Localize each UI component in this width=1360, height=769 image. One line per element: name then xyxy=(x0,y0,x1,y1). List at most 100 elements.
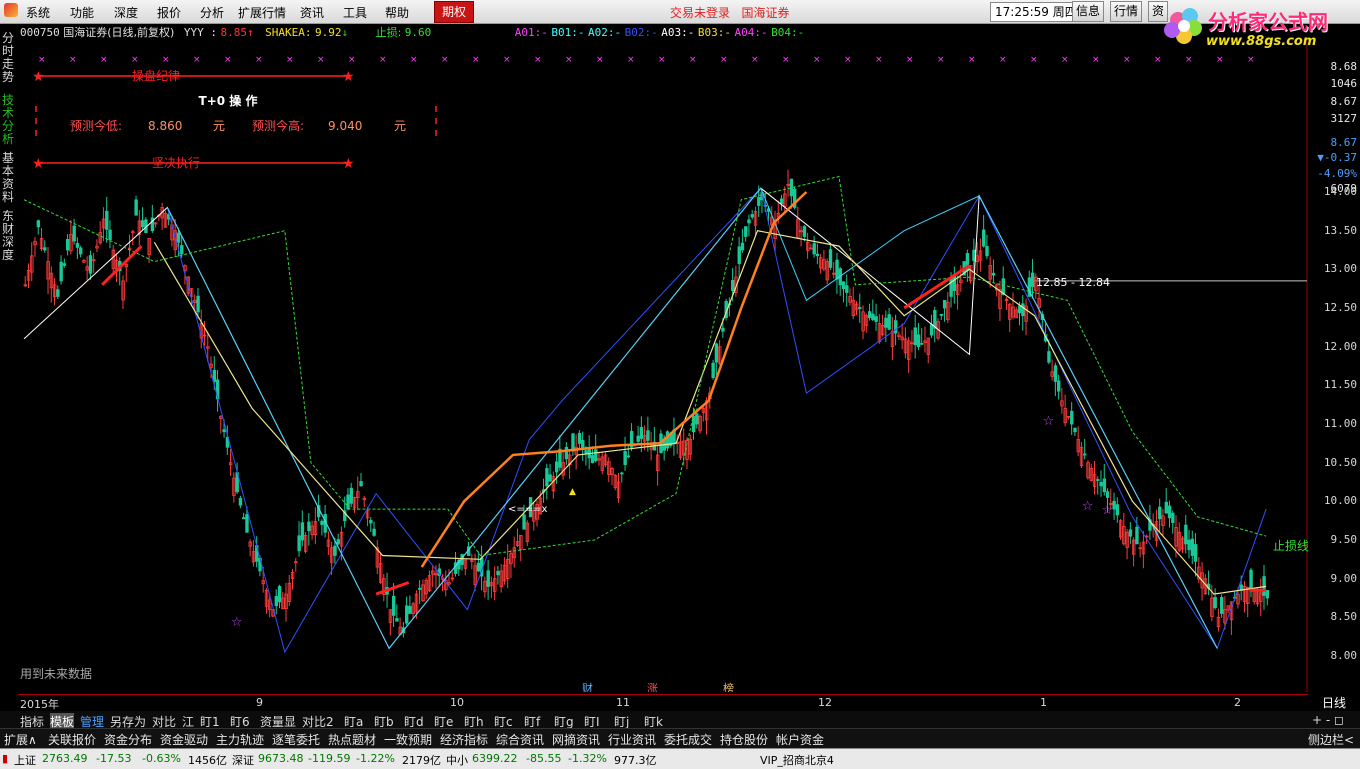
quote-button[interactable]: 行情 xyxy=(1110,1,1143,22)
candle-body xyxy=(359,481,363,487)
menu-item-0[interactable]: 系统 xyxy=(26,4,50,21)
login-status-text: 交易未登录 xyxy=(670,6,731,20)
candle-body xyxy=(721,327,725,332)
candle-body xyxy=(1030,272,1035,288)
top-marker: × xyxy=(1154,55,1162,65)
function-tab-5[interactable]: 逐笔委托 xyxy=(272,731,320,748)
function-tab-8[interactable]: 经济指标 xyxy=(440,731,488,748)
market-status-bar: ▮ 上证 2763.49 -17.53 -0.63% 1456亿 深证 9673… xyxy=(0,748,1360,769)
zx-amount: 977.3亿 xyxy=(614,754,657,767)
menu-item-4[interactable]: 分析 xyxy=(200,4,224,21)
b01-label: B01: xyxy=(551,26,578,39)
candle-body xyxy=(815,253,820,257)
function-tab-2[interactable]: 资金分布 xyxy=(104,731,152,748)
sidebar-toggle[interactable]: 侧边栏< xyxy=(1308,731,1354,748)
candle-body xyxy=(1135,526,1139,545)
menu-item-2[interactable]: 深度 xyxy=(114,4,138,21)
star-icon: ★ xyxy=(342,69,355,85)
login-status: 交易未登录 国海证券 xyxy=(670,4,789,21)
candle-body xyxy=(867,311,872,319)
menu-item-1[interactable]: 功能 xyxy=(70,4,94,21)
stop-loss-value: 9.60 xyxy=(404,26,432,39)
function-tab-0[interactable]: 扩展∧ xyxy=(4,731,37,748)
y-tick: 13.00 xyxy=(1323,262,1357,276)
tab-timeshare[interactable]: 分时走势 xyxy=(2,32,16,84)
tab-fundamentals[interactable]: 基本资料 xyxy=(2,152,16,204)
top-marker: × xyxy=(410,55,418,65)
candle-body xyxy=(737,246,741,264)
function-tab-10[interactable]: 网摘资讯 xyxy=(552,731,600,748)
top-marker: × xyxy=(875,55,883,65)
zx-change: -85.55 xyxy=(526,752,562,765)
zigzag-white xyxy=(23,187,1218,650)
function-tab-11[interactable]: 行业资讯 xyxy=(608,731,656,748)
sz-amount: 2179亿 xyxy=(402,754,441,767)
candle-body xyxy=(238,497,243,506)
candle-body xyxy=(623,451,627,465)
event-zhang[interactable]: 涨 xyxy=(647,682,658,692)
vip-server[interactable]: VIP_招商北京4 xyxy=(760,752,834,768)
menu-item-6[interactable]: 资讯 xyxy=(300,4,324,21)
candle-body xyxy=(56,289,60,297)
candle-body xyxy=(564,446,569,460)
sh-label[interactable]: 上证 xyxy=(14,752,36,768)
sz-label[interactable]: 深证 xyxy=(232,752,254,768)
zx-label[interactable]: 中小 xyxy=(446,752,468,768)
kline-chart[interactable]: × × × × × × × × × × × × × × × × × × × × × × × × × × × × × × × × × × × × × × × ×… xyxy=(18,42,1308,692)
star-icon: ★ xyxy=(32,156,45,172)
tab-depth[interactable]: 东财深度 xyxy=(2,210,16,262)
function-tab-9[interactable]: 综合资讯 xyxy=(496,731,544,748)
top-marker: × xyxy=(1092,55,1100,65)
candle-body xyxy=(636,435,640,442)
candle-body xyxy=(391,595,396,616)
stock-code: 000750 xyxy=(20,26,60,39)
function-tab-1[interactable]: 关联报价 xyxy=(48,731,96,748)
candle-body xyxy=(740,242,745,251)
candle-body xyxy=(858,307,862,309)
top-marker: × xyxy=(937,55,945,65)
candle-body xyxy=(1171,512,1175,524)
function-tab-3[interactable]: 资金驱动 xyxy=(160,731,208,748)
top-marker: × xyxy=(1030,55,1038,65)
options-button[interactable]: 期权 xyxy=(434,1,474,23)
menu-item-7[interactable]: 工具 xyxy=(343,4,367,21)
function-tab-6[interactable]: 热点题材 xyxy=(328,731,376,748)
quote-stat: 8.67 xyxy=(1330,136,1358,149)
function-tab-7[interactable]: 一致预期 xyxy=(384,731,432,748)
y-tick: 10.50 xyxy=(1323,455,1357,469)
event-bang[interactable]: 榜 xyxy=(723,681,734,692)
candle-body xyxy=(626,455,631,458)
stop-loss-label: 止损: xyxy=(375,26,402,39)
function-tab-13[interactable]: 持仓股份 xyxy=(720,731,768,748)
candle-body xyxy=(639,426,644,439)
candle-body xyxy=(1184,524,1188,545)
top-marker: × xyxy=(968,55,976,65)
candle-body xyxy=(88,255,93,274)
period-selector[interactable]: 日线 xyxy=(1322,694,1346,711)
sh-value: 2763.49 xyxy=(42,752,88,765)
zoom-controls[interactable]: + - ◻ xyxy=(1312,713,1344,727)
chart-overlays: ★ ★ ★ ★ ☆ ☆ ☆ ☆ ▲ xyxy=(23,69,1267,654)
sz-change: -119.59 xyxy=(308,752,351,765)
t0-red-segment xyxy=(101,245,143,286)
function-tab-4[interactable]: 主力轨迹 xyxy=(216,731,264,748)
info-button[interactable]: 信息 xyxy=(1072,1,1105,22)
candle-body xyxy=(372,528,376,536)
quote-stat: -4.09% xyxy=(1317,167,1357,180)
tab-technical[interactable]: 技术分析 xyxy=(2,94,16,146)
function-tab-12[interactable]: 委托成交 xyxy=(664,731,712,748)
candle-body xyxy=(176,232,181,243)
range-label: 12.85 - 12.84 xyxy=(1036,276,1110,289)
menu-item-5[interactable]: 扩展行情 xyxy=(238,4,286,21)
event-cai[interactable]: 财 xyxy=(582,681,593,692)
candle-body xyxy=(554,461,559,473)
pred-high-unit: 元 xyxy=(394,119,406,133)
function-tab-14[interactable]: 帐户资金 xyxy=(776,731,824,748)
menu-item-3[interactable]: 报价 xyxy=(157,4,181,21)
candle-body xyxy=(333,545,337,556)
candle-body xyxy=(522,514,526,530)
candle-body xyxy=(105,210,109,230)
clock-time: 17:25:59 xyxy=(995,5,1049,19)
app-logo-icon[interactable] xyxy=(4,3,18,17)
menu-item-8[interactable]: 帮助 xyxy=(385,4,409,21)
